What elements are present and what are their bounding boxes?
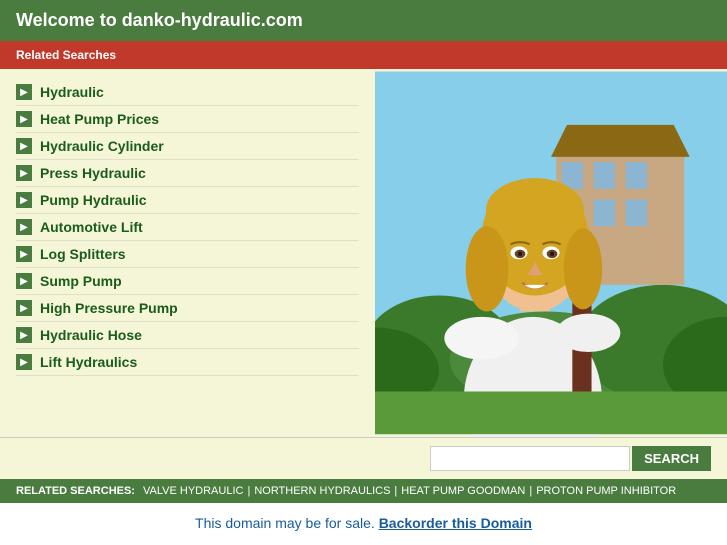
- header-title: Welcome to danko-hydraulic.com: [16, 10, 303, 30]
- page-wrapper: Welcome to danko-hydraulic.com Related S…: [0, 0, 727, 545]
- related-bottom-link[interactable]: HEAT PUMP GOODMAN: [401, 485, 525, 497]
- link-text[interactable]: High Pressure Pump: [40, 300, 178, 316]
- footer-backorder-link[interactable]: Backorder this Domain: [379, 515, 532, 531]
- link-text[interactable]: Automotive Lift: [40, 219, 143, 235]
- link-text[interactable]: Log Splitters: [40, 246, 126, 262]
- arrow-icon: ▶: [16, 300, 32, 316]
- arrow-icon: ▶: [16, 219, 32, 235]
- link-text[interactable]: Press Hydraulic: [40, 165, 146, 181]
- related-bottom-link[interactable]: VALVE HYDRAULIC: [143, 485, 243, 497]
- link-text[interactable]: Pump Hydraulic: [40, 192, 147, 208]
- link-text[interactable]: Heat Pump Prices: [40, 111, 159, 127]
- link-text[interactable]: Hydraulic Hose: [40, 327, 142, 343]
- link-text[interactable]: Lift Hydraulics: [40, 354, 137, 370]
- link-text[interactable]: Hydraulic Cylinder: [40, 138, 164, 154]
- footer-domain: This domain may be for sale. Backorder t…: [0, 503, 727, 545]
- search-button[interactable]: SEARCH: [632, 446, 711, 471]
- arrow-icon: ▶: [16, 192, 32, 208]
- list-item: ▶ High Pressure Pump: [16, 295, 359, 322]
- arrow-icon: ▶: [16, 246, 32, 262]
- related-bar-label: Related Searches: [16, 48, 116, 62]
- related-searches-bar: Related Searches: [0, 41, 727, 69]
- links-column: ▶ Hydraulic ▶ Heat Pump Prices ▶ Hydraulic Cy…: [0, 69, 375, 437]
- list-item: ▶ Sump Pump: [16, 268, 359, 295]
- list-item: ▶ Pump Hydraulic: [16, 187, 359, 214]
- list-item: ▶ Log Splitters: [16, 241, 359, 268]
- arrow-icon: ▶: [16, 354, 32, 370]
- related-bottom-separator: |: [394, 485, 397, 497]
- related-bottom-separator: |: [529, 485, 532, 497]
- search-bar: SEARCH: [0, 437, 727, 479]
- list-item: ▶ Press Hydraulic: [16, 160, 359, 187]
- arrow-icon: ▶: [16, 327, 32, 343]
- link-text[interactable]: Sump Pump: [40, 273, 122, 289]
- related-bottom-link[interactable]: NORTHERN HYDRAULICS: [254, 485, 390, 497]
- arrow-icon: ▶: [16, 165, 32, 181]
- person-image: [375, 69, 727, 437]
- arrow-icon: ▶: [16, 84, 32, 100]
- related-bottom-separator: |: [247, 485, 250, 497]
- related-bottom-label: RELATED SEARCHES:: [16, 485, 135, 497]
- header: Welcome to danko-hydraulic.com: [0, 0, 727, 41]
- related-bottom-link[interactable]: PROTON PUMP INHIBITOR: [536, 485, 676, 497]
- search-input[interactable]: [430, 446, 630, 471]
- footer-sale-text: This domain may be for sale.: [195, 515, 375, 531]
- list-item: ▶ Hydraulic Cylinder: [16, 133, 359, 160]
- list-item: ▶ Automotive Lift: [16, 214, 359, 241]
- link-text[interactable]: Hydraulic: [40, 84, 104, 100]
- list-item: ▶ Heat Pump Prices: [16, 106, 359, 133]
- list-item: ▶ Hydraulic: [16, 79, 359, 106]
- footer-text: This domain may be for sale. Backorder t…: [195, 515, 532, 531]
- arrow-icon: ▶: [16, 111, 32, 127]
- image-column: [375, 69, 727, 437]
- arrow-icon: ▶: [16, 138, 32, 154]
- list-item: ▶ Hydraulic Hose: [16, 322, 359, 349]
- related-bottom-bar: RELATED SEARCHES: VALVE HYDRAULIC | NORT…: [0, 479, 727, 503]
- arrow-icon: ▶: [16, 273, 32, 289]
- main-content: ▶ Hydraulic ▶ Heat Pump Prices ▶ Hydraulic Cy…: [0, 69, 727, 437]
- list-item: ▶ Lift Hydraulics: [16, 349, 359, 376]
